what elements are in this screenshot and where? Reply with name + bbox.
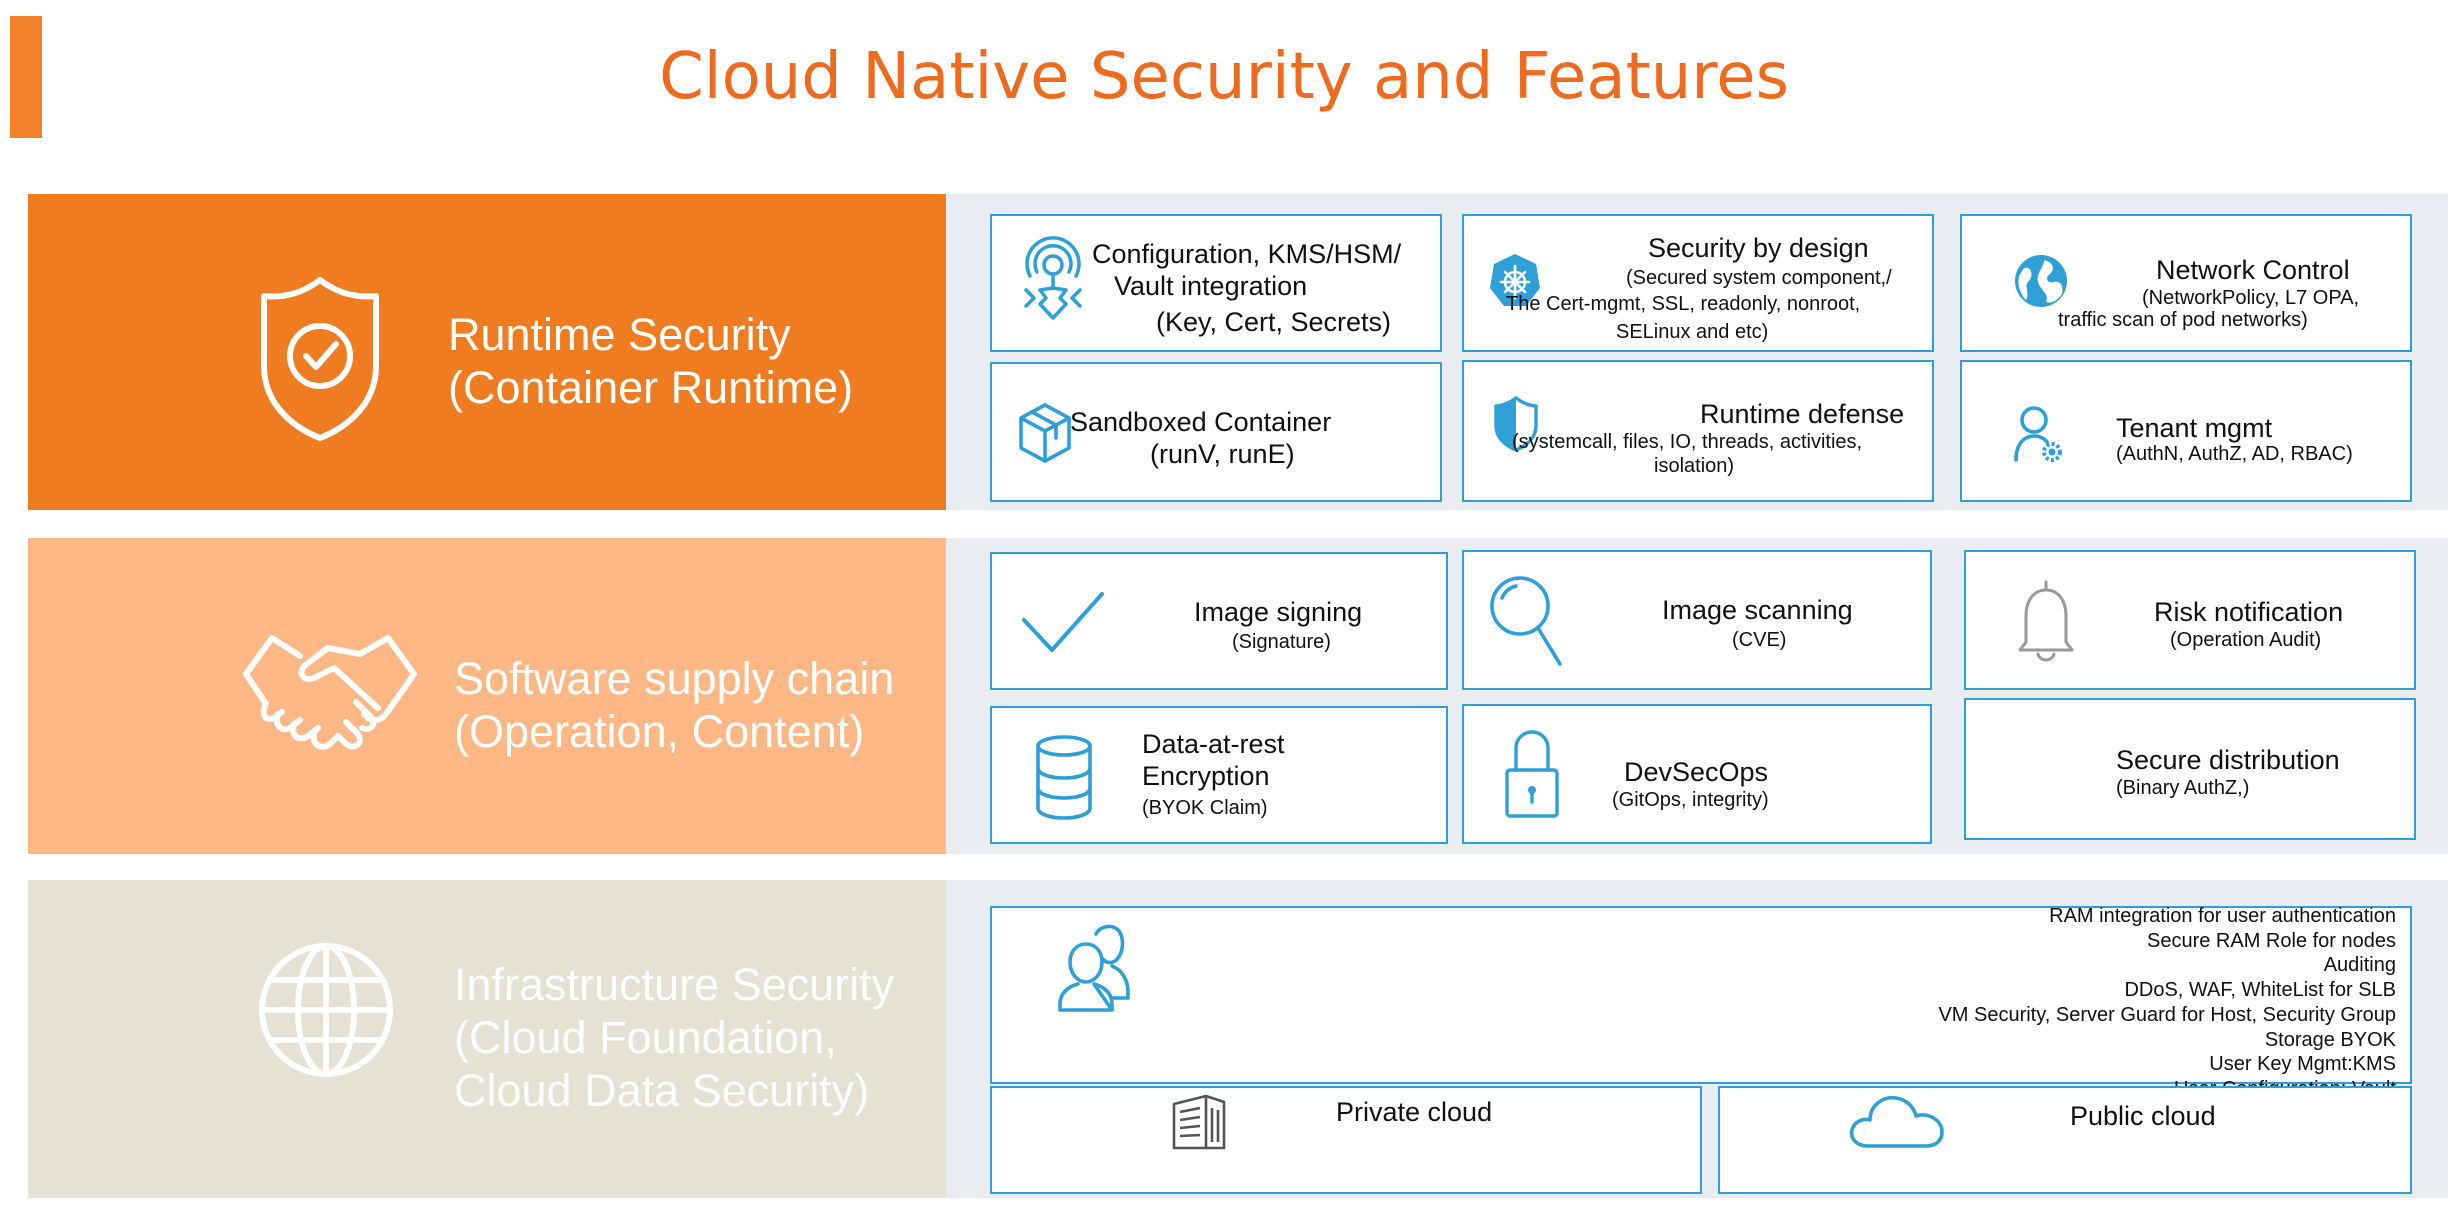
design-title: Security by design — [1648, 233, 1869, 263]
shield-check-icon — [261, 277, 379, 441]
infra-label-line3: Cloud Data Security) — [454, 1065, 870, 1116]
card-secure-distribution: Secure distribution (Binary AuthZ,) — [1964, 698, 2416, 840]
card-image-scanning: Image scanning (CVE) — [1462, 550, 1932, 690]
design-detail3: SELinux and etc) — [1616, 321, 1769, 343]
infra-item-1: Secure RAM Role for nodes — [2146, 929, 2396, 952]
checkmark-icon — [1022, 592, 1104, 652]
padlock-icon — [1505, 730, 1559, 818]
card-config-vault: Configuration, KMS/HSM/ Vault integratio… — [990, 214, 1442, 352]
supply-label: Software supply chain (Operation, Conten… — [454, 652, 894, 758]
network-detail2: traffic scan of pod networks) — [2058, 309, 2308, 331]
runtime-label: Runtime Security (Container Runtime) — [448, 308, 853, 414]
tenant-title: Tenant mgmt — [2116, 413, 2273, 443]
card-runtime-defense: Runtime defense (systemcall, files, IO, … — [1462, 360, 1934, 502]
card-tenant-mgmt: Tenant mgmt (AuthN, AuthZ, AD, RBAC) — [1960, 360, 2412, 502]
distribution-title: Secure distribution — [2116, 745, 2340, 775]
design-detail2: The Cert-mgmt, SSL, readonly, nonroot, — [1506, 293, 1861, 315]
runtime-panel: Configuration, KMS/HSM/ Vault integratio… — [946, 194, 2448, 510]
scanning-detail: (CVE) — [1732, 629, 1787, 651]
users-icon — [1058, 924, 1130, 1012]
page-title: Cloud Native Security and Features — [659, 40, 1789, 114]
infra-item-3: DDoS, WAF, WhiteList for SLB — [2124, 979, 2396, 1002]
encryption-title2: Encryption — [1142, 761, 1270, 791]
cube-icon — [1019, 403, 1071, 463]
risk-detail: (Operation Audit) — [2170, 629, 2322, 651]
infra-label-line2: (Cloud Foundation, — [454, 1012, 837, 1063]
card-risk-notification: Risk notification (Operation Audit) — [1964, 550, 2416, 690]
encryption-title1: Data-at-rest — [1142, 729, 1285, 759]
card-security-by-design: Security by design (Secured system compo… — [1462, 214, 1934, 352]
devsecops-detail: (GitOps, integrity) — [1612, 789, 1769, 811]
infra-panel: RAM integration for user authentication … — [946, 880, 2448, 1198]
infra-item-5: Storage BYOK — [2264, 1028, 2396, 1051]
defense-detail1: (systemcall, files, IO, threads, activit… — [1512, 431, 1863, 453]
sandbox-title: Sandboxed Container — [1070, 407, 1332, 437]
supply-panel: Image signing (Signature) Image scanning… — [946, 538, 2448, 854]
infra-item-6: User Key Mgmt:KMS — [2209, 1053, 2396, 1076]
magnifier-icon — [1490, 576, 1562, 666]
card-sandboxed-container: Sandboxed Container (runV, runE) — [990, 362, 1442, 502]
key-icon — [1024, 236, 1082, 320]
distribution-detail: (Binary AuthZ,) — [2116, 777, 2250, 799]
public-cloud-label: Public cloud — [2070, 1101, 2216, 1131]
infra-item-2: Auditing — [2323, 954, 2396, 977]
card-public-cloud: Public cloud — [1718, 1086, 2412, 1194]
user-gear-icon — [2014, 406, 2062, 462]
network-title: Network Control — [2156, 255, 2350, 285]
cloud-icon — [1849, 1095, 1944, 1148]
infra-item-0: RAM integration for user authentication — [2049, 905, 2396, 927]
card-image-signing: Image signing (Signature) — [990, 552, 1448, 690]
encryption-detail: (BYOK Claim) — [1142, 797, 1268, 819]
runtime-label-line1: Runtime Security — [448, 309, 791, 360]
supply-band: Software supply chain (Operation, Conten… — [28, 538, 946, 854]
supply-label-line1: Software supply chain — [454, 653, 895, 704]
risk-title: Risk notification — [2154, 597, 2344, 627]
devsecops-title: DevSecOps — [1624, 757, 1769, 787]
card-infra-services: RAM integration for user authentication … — [990, 905, 2412, 1100]
signing-title: Image signing — [1194, 597, 1363, 627]
supply-label-line2: (Operation, Content) — [454, 706, 865, 757]
config-line2: Vault integration — [1114, 271, 1308, 301]
signing-detail: (Signature) — [1232, 631, 1331, 653]
private-cloud-label: Private cloud — [1336, 1097, 1493, 1127]
card-data-at-rest: Data-at-rest Encryption (BYOK Claim) — [990, 706, 1448, 844]
card-private-cloud: Private cloud — [990, 1086, 1702, 1194]
config-line3: (Key, Cert, Secrets) — [1156, 307, 1392, 337]
runtime-label-line2: (Container Runtime) — [448, 362, 854, 413]
card-network-control: Network Control (NetworkPolicy, L7 OPA, … — [1960, 214, 2412, 352]
scanning-title: Image scanning — [1662, 595, 1853, 625]
defense-title: Runtime defense — [1700, 399, 1905, 429]
server-building-icon — [1172, 1094, 1226, 1150]
globe-network-icon — [2015, 255, 2067, 307]
database-icon — [1036, 735, 1092, 820]
tenant-detail: (AuthN, AuthZ, AD, RBAC) — [2116, 443, 2353, 465]
infra-item-4: VM Security, Server Guard for Host, Secu… — [1938, 1003, 2396, 1026]
card-devsecops: DevSecOps (GitOps, integrity) — [1462, 704, 1932, 844]
sandbox-detail: (runV, runE) — [1150, 439, 1295, 469]
defense-detail2: isolation) — [1654, 455, 1735, 477]
design-detail1: (Secured system component,/ — [1626, 267, 1892, 289]
infra-label: Infrastructure Security (Cloud Foundatio… — [454, 958, 894, 1117]
handshake-icon — [243, 635, 417, 750]
infra-label-line1: Infrastructure Security — [454, 959, 895, 1010]
infra-band: Infrastructure Security (Cloud Foundatio… — [28, 880, 946, 1198]
runtime-band: Runtime Security (Container Runtime) — [28, 194, 946, 510]
bell-icon — [2018, 580, 2074, 662]
config-line1: Configuration, KMS/HSM/ — [1092, 239, 1402, 269]
globe-icon — [259, 943, 393, 1077]
